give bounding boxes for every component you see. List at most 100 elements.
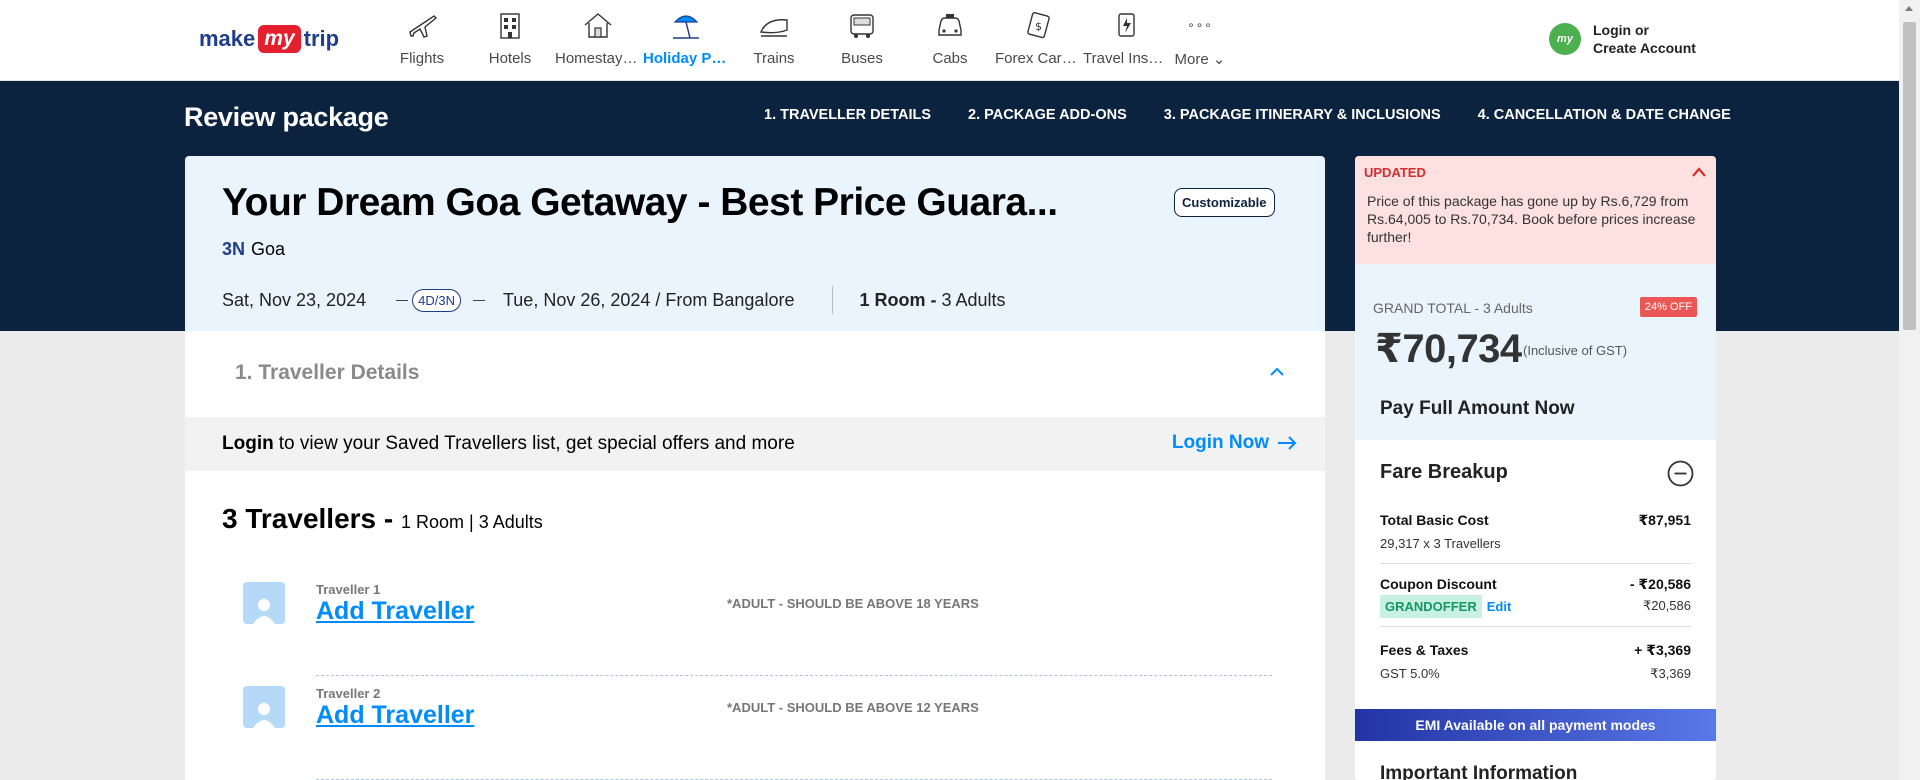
end-date-origin: Tue, Nov 26, 2024 / From Bangalore <box>502 289 795 310</box>
homestay-icon <box>584 13 612 38</box>
traveller-label: Traveller 2 <box>316 686 381 701</box>
updated-message: Price of this package has gone up by Rs.… <box>1367 193 1696 245</box>
bus-icon <box>850 14 874 38</box>
divider <box>832 286 834 314</box>
add-traveller-link[interactable]: Add Traveller <box>316 597 474 626</box>
login-prompt-text: to view your Saved Travellers list, get … <box>278 433 795 454</box>
scrollbar-thumb[interactable] <box>1903 22 1916 330</box>
nav-label: Trains <box>753 50 795 67</box>
nav-label: Holiday Packages <box>643 50 729 67</box>
updated-label: UPDATED <box>1364 164 1426 180</box>
traveller-age-note: *ADULT - SHOULD BE ABOVE 18 YEARS <box>727 596 979 611</box>
divider <box>1380 563 1691 564</box>
login-now-label: Login Now <box>1171 432 1269 453</box>
step-cancellation-date-change[interactable]: 4. CANCELLATION & DATE CHANGE <box>1478 107 1731 123</box>
section-heading: 1. Traveller Details <box>235 361 420 384</box>
customizable-badge: Customizable <box>1174 188 1275 217</box>
makemytrip-logo[interactable]: make my trip <box>199 20 339 58</box>
review-steps: 1. TRAVELLER DETAILS 2. PACKAGE ADD-ONS … <box>764 107 1731 123</box>
nav-travel-insurance[interactable]: Travel Insurance <box>1082 8 1170 68</box>
nav-homestays[interactable]: Homestays & Villas <box>554 8 642 68</box>
login-prompt-bold: Login <box>222 433 274 454</box>
insurance-icon <box>1118 13 1135 37</box>
page-scrollbar[interactable] <box>1899 0 1920 780</box>
price-summary-card: UPDATED Price of this package has gone u… <box>1355 156 1716 780</box>
scroll-up-arrow-icon[interactable] <box>1905 6 1913 11</box>
nav-label: Homestays & Villas <box>555 50 641 67</box>
collapse-minus-icon[interactable] <box>1667 460 1694 487</box>
more-label-text: More <box>1174 51 1209 68</box>
nav-flights[interactable]: Flights <box>378 8 466 68</box>
start-date: Sat, Nov 23, 2024 <box>222 289 367 310</box>
duration-badge: 4D/3N <box>412 288 461 312</box>
fare-value: ₹87,951 <box>1638 512 1691 528</box>
date-connector <box>396 299 409 301</box>
add-traveller-link[interactable]: Add Traveller <box>316 701 474 730</box>
fare-sub-label: 29,317 x 3 Travellers <box>1380 536 1501 551</box>
chevron-up-icon[interactable] <box>1691 166 1707 178</box>
gst-note: (Inclusive of GST) <box>1523 343 1628 358</box>
traveller-row: Traveller 1 Add Traveller *ADULT - SHOUL… <box>243 572 1272 676</box>
logo-text-trip: trip <box>303 26 340 51</box>
nav-hotels[interactable]: Hotels <box>466 8 554 68</box>
chevron-up-icon[interactable] <box>1269 364 1285 380</box>
arrow-right-icon <box>1278 436 1297 450</box>
travellers-count: 3 Travellers - <box>222 503 394 534</box>
date-connector <box>472 299 485 301</box>
fare-breakup-heading: Fare Breakup <box>1380 461 1508 483</box>
fare-sub-value: ₹20,586 <box>1642 598 1691 613</box>
traveller-avatar-icon <box>243 686 285 728</box>
travellers-count-heading: 3 Travellers - 1 Room | 3 Adults <box>222 503 543 535</box>
rooms-count: 1 Room - <box>859 289 937 310</box>
traveller-label: Traveller 1 <box>316 582 381 597</box>
price-updated-alert: UPDATED Price of this package has gone u… <box>1355 156 1716 264</box>
nav-label: Forex Card & Currency <box>995 50 1081 67</box>
fare-row-fees: Fees & Taxes + ₹3,369 GST 5.0% ₹3,369 <box>1380 642 1691 682</box>
nav-holiday-packages[interactable]: Holiday Packages <box>642 8 730 68</box>
product-nav: Flights Hotels Homestays & Villas Holida… <box>378 8 1230 68</box>
step-package-addons[interactable]: 2. PACKAGE ADD-ONS <box>968 107 1127 123</box>
nav-label: Buses <box>841 50 883 67</box>
travellers-room-summary: 1 Room | 3 Adults <box>401 512 543 532</box>
flight-icon <box>409 15 438 38</box>
nav-label: Travel Insurance <box>1083 50 1169 67</box>
nights-count: 3N <box>222 239 246 259</box>
package-summary: Your Dream Goa Getaway - Best Price Guar… <box>185 156 1325 331</box>
grand-total: GRAND TOTAL - 3 Adults 24% OFF ₹70,734 (… <box>1355 264 1716 440</box>
svg-text:$: $ <box>1035 20 1042 33</box>
nav-cabs[interactable]: Cabs <box>906 8 994 68</box>
fare-label: Coupon Discount <box>1380 576 1497 592</box>
adults-count: 3 Adults <box>941 289 1006 310</box>
nav-trains[interactable]: Trains <box>730 8 818 68</box>
logo-text-make: make <box>199 26 256 51</box>
nav-buses[interactable]: Buses <box>818 8 906 68</box>
destination-name: Goa <box>251 239 286 259</box>
login-create-account[interactable]: my Login or Create Account <box>1549 21 1696 57</box>
traveller-row: Traveller 2 Add Traveller *ADULT - SHOUL… <box>243 676 1272 780</box>
train-icon <box>759 19 788 37</box>
more-dots-icon: ∘∘∘ <box>1187 18 1213 32</box>
step-itinerary-inclusions[interactable]: 3. PACKAGE ITINERARY & INCLUSIONS <box>1164 107 1441 123</box>
coupon-code-badge: GRANDOFFER <box>1380 594 1482 618</box>
step-traveller-details[interactable]: 1. TRAVELLER DETAILS <box>764 107 931 123</box>
fare-label: Fees & Taxes <box>1380 642 1469 658</box>
avatar: my <box>1549 23 1581 55</box>
divider <box>1380 626 1691 627</box>
nav-more-label: More ⌄ <box>1175 50 1226 68</box>
nav-forex[interactable]: $ Forex Card & Currency <box>994 8 1082 68</box>
traveller-details-section: 1. Traveller Details Login to view your S… <box>185 331 1325 780</box>
login-now-link[interactable]: Login Now <box>1172 432 1297 454</box>
nav-more[interactable]: ∘∘∘ More ⌄ <box>1170 8 1230 68</box>
nav-label: Cabs <box>932 50 968 67</box>
nav-label: Flights <box>399 50 445 67</box>
package-title: Your Dream Goa Getaway - Best Price Guar… <box>222 181 1058 224</box>
fare-row-basic: Total Basic Cost ₹87,951 29,317 x 3 Trave… <box>1380 512 1691 564</box>
fare-value: - ₹20,586 <box>1629 576 1691 592</box>
page-title: Review package <box>184 102 389 132</box>
fare-sub-value: ₹3,369 <box>1650 666 1691 681</box>
important-information-heading: Important Information <box>1380 763 1578 780</box>
edit-coupon-link[interactable]: Edit <box>1487 599 1512 614</box>
pay-full-amount-option[interactable]: Pay Full Amount Now <box>1380 398 1575 420</box>
fare-label: Total Basic Cost <box>1380 512 1489 528</box>
login-prompt-strip: Login to view your Saved Travellers list,… <box>185 417 1325 471</box>
